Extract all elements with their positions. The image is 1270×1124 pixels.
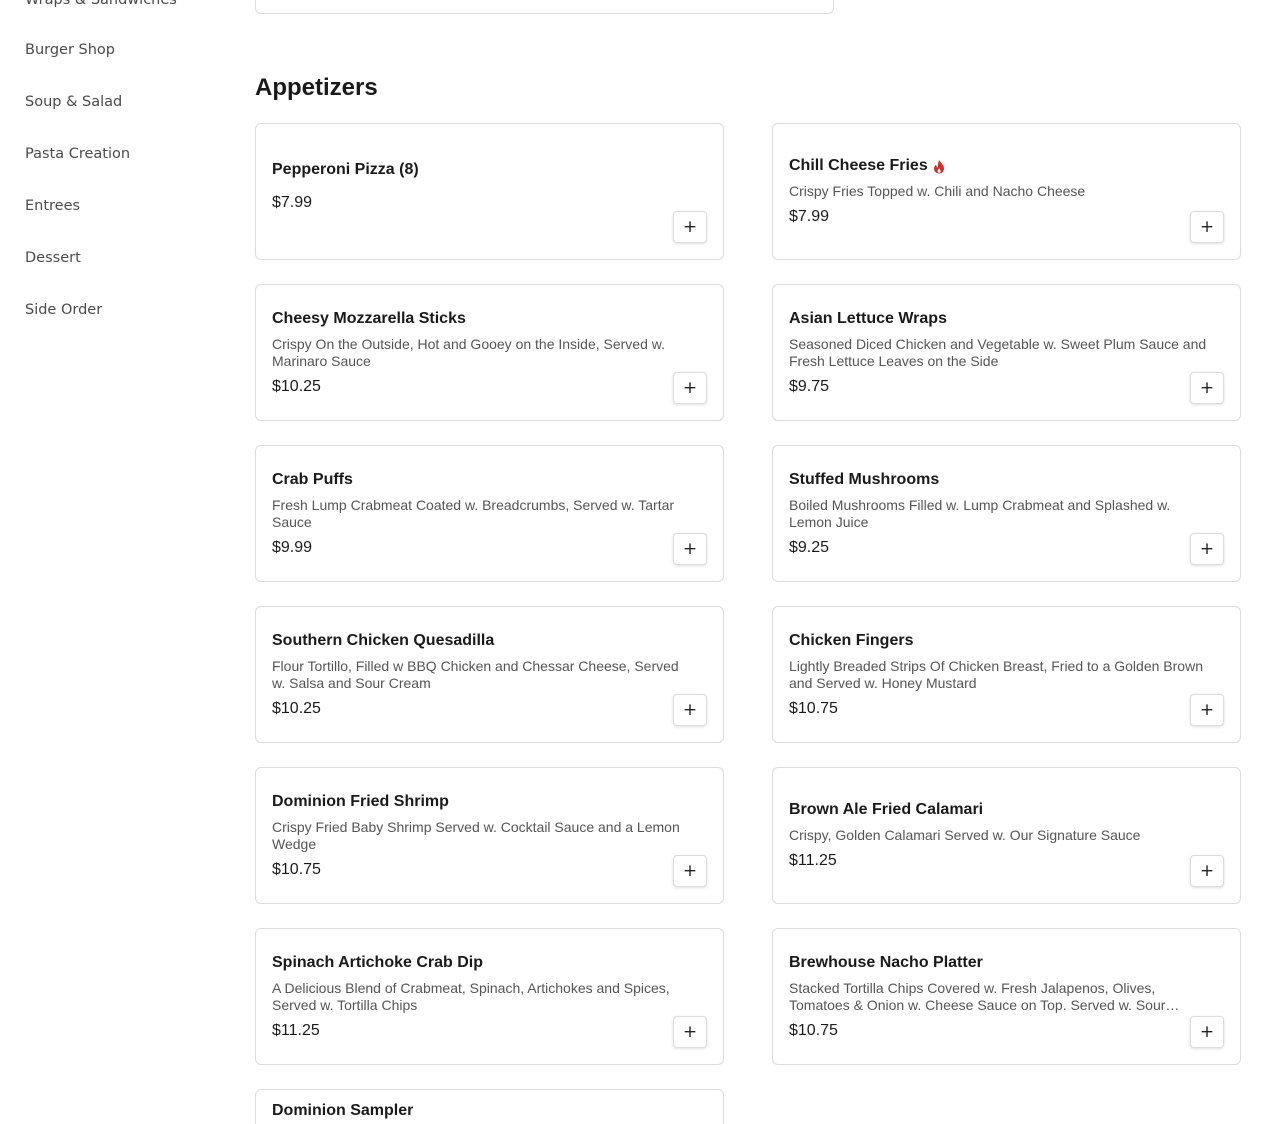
menu-item-card[interactable]: Dominion Fried Shrimp Crispy Fried Baby S… — [255, 767, 724, 904]
item-description: A Delicious Blend of Crabmeat, Spinach, … — [272, 979, 670, 1013]
sidebar-item-wraps-sandwiches[interactable]: Wraps & Sandwiches — [25, 0, 177, 8]
previous-section-card[interactable] — [255, 0, 834, 14]
add-to-cart-button[interactable]: + — [673, 211, 707, 243]
item-name: Brewhouse Nacho Platter — [789, 952, 1224, 974]
item-description: Crispy Fries Topped w. Chili and Nacho C… — [789, 183, 1086, 199]
item-name: Crab Puffs — [272, 469, 707, 491]
item-name: Pepperoni Pizza (8) — [272, 159, 707, 181]
add-to-cart-button[interactable]: + — [1190, 372, 1224, 404]
item-name: Chicken Fingers — [789, 630, 1224, 652]
sidebar-item-burger-shop[interactable]: Burger Shop — [25, 42, 115, 58]
item-name-text: Asian Lettuce Wraps — [789, 309, 947, 327]
plus-icon: + — [1199, 538, 1215, 559]
category-sidebar: Wraps & Sandwiches Burger Shop Soup & Sa… — [0, 0, 230, 1124]
add-to-cart-button[interactable]: + — [1190, 1016, 1224, 1048]
plus-icon: + — [1199, 699, 1215, 720]
menu-items-grid: Pepperoni Pizza (8) $7.99 + Chill Cheese Fr… — [255, 123, 1241, 1124]
item-price: $10.75 — [272, 860, 321, 878]
add-to-cart-button[interactable]: + — [673, 1016, 707, 1048]
item-name-text: Southern Chicken Quesadilla — [272, 631, 495, 649]
item-price: $7.99 — [789, 208, 830, 225]
add-to-cart-button[interactable]: + — [1190, 694, 1224, 726]
menu-item-card[interactable]: Asian Lettuce Wraps Seasoned Diced Chicke… — [772, 284, 1241, 421]
menu-item-card[interactable]: Crab Puffs Fresh Lump Crabmeat Coated w. … — [255, 445, 724, 582]
add-to-cart-button[interactable]: + — [1190, 211, 1224, 243]
item-name: Cheesy Mozzarella Sticks — [272, 308, 707, 330]
plus-icon: + — [1199, 860, 1215, 881]
plus-icon: + — [1199, 1021, 1215, 1042]
menu-item-card[interactable]: Stuffed Mushrooms Boiled Mushrooms Filled… — [772, 445, 1241, 582]
item-description: Crispy, Golden Calamari Served w. Our Si… — [789, 827, 1141, 843]
item-price: $10.75 — [789, 699, 838, 717]
menu-item-card[interactable]: Pepperoni Pizza (8) $7.99 + — [255, 123, 724, 260]
item-price: $10.25 — [272, 377, 321, 395]
item-name-text: Stuffed Mushrooms — [789, 470, 940, 488]
item-description: Flour Tortillo, Filled w BBQ Chicken and… — [272, 657, 679, 691]
item-price: $9.99 — [272, 538, 313, 556]
plus-icon: + — [1199, 377, 1215, 398]
item-description: Boiled Mushrooms Filled w. Lump Crabmeat… — [789, 496, 1171, 530]
item-description: Seasoned Diced Chicken and Vegetable w. … — [789, 335, 1207, 369]
item-name: Brown Ale Fried Calamari — [789, 799, 1224, 821]
item-price: $11.25 — [789, 852, 837, 869]
section-title: Appetizers — [255, 74, 378, 101]
menu-item-card[interactable]: Brewhouse Nacho Platter Stacked Tortilla … — [772, 928, 1241, 1065]
sidebar-item-side-order[interactable]: Side Order — [25, 302, 102, 318]
item-description: Crispy Fried Baby Shrimp Served w. Cockt… — [272, 818, 680, 852]
item-name-text: Spinach Artichoke Crab Dip — [272, 953, 483, 971]
item-name: Chill Cheese Fries — [789, 155, 1224, 177]
item-name-text: Dominion Sampler — [272, 1102, 414, 1119]
spicy-flame-icon — [933, 159, 944, 173]
menu-item-card[interactable]: Chill Cheese Fries Crispy Fries Topped w.… — [772, 123, 1241, 260]
item-price: $11.25 — [272, 1021, 320, 1039]
sidebar-item-dessert[interactable]: Dessert — [25, 250, 81, 266]
item-description: Crispy On the Outside, Hot and Gooey on … — [272, 335, 665, 369]
menu-item-card[interactable]: Brown Ale Fried Calamari Crispy, Golden C… — [772, 767, 1241, 904]
add-to-cart-button[interactable]: + — [1190, 533, 1224, 565]
sidebar-item-entrees[interactable]: Entrees — [25, 198, 80, 214]
item-price: $9.25 — [789, 538, 830, 556]
item-name: Dominion Fried Shrimp — [272, 791, 707, 813]
item-name: Southern Chicken Quesadilla — [272, 630, 707, 652]
add-to-cart-button[interactable]: + — [673, 855, 707, 887]
add-to-cart-button[interactable]: + — [673, 694, 707, 726]
item-name: Stuffed Mushrooms — [789, 469, 1224, 491]
plus-icon: + — [682, 860, 698, 881]
plus-icon: + — [682, 699, 698, 720]
item-name-text: Chill Cheese Fries — [789, 157, 928, 174]
menu-item-card[interactable]: Southern Chicken Quesadilla Flour Tortill… — [255, 606, 724, 743]
plus-icon: + — [682, 216, 698, 237]
item-name-text: Crab Puffs — [272, 470, 353, 488]
item-name: Asian Lettuce Wraps — [789, 308, 1224, 330]
sidebar-item-pasta-creation[interactable]: Pasta Creation — [25, 146, 130, 162]
add-to-cart-button[interactable]: + — [673, 533, 707, 565]
item-name-text: Cheesy Mozzarella Sticks — [272, 309, 466, 327]
menu-item-card[interactable]: Dominion Sampler — [255, 1089, 724, 1124]
plus-icon: + — [682, 377, 698, 398]
item-price: $10.25 — [272, 699, 321, 717]
item-description: Stacked Tortilla Chips Covered w. Fresh … — [789, 979, 1166, 1013]
plus-icon: + — [1199, 216, 1215, 237]
item-description: Fresh Lump Crabmeat Coated w. Breadcrumb… — [272, 496, 675, 530]
item-price: $9.75 — [789, 377, 830, 395]
item-name-text: Chicken Fingers — [789, 631, 914, 649]
item-name: Spinach Artichoke Crab Dip — [272, 952, 707, 974]
add-to-cart-button[interactable]: + — [1190, 855, 1224, 887]
item-name-text: Pepperoni Pizza (8) — [272, 161, 419, 178]
item-price: $7.99 — [272, 194, 313, 211]
item-name-text: Brown Ale Fried Calamari — [789, 801, 984, 818]
menu-item-card[interactable]: Chicken Fingers Lightly Breaded Strips Of… — [772, 606, 1241, 743]
item-name: Dominion Sampler — [272, 1100, 707, 1122]
item-price: $10.75 — [789, 1021, 838, 1039]
menu-item-card[interactable]: Cheesy Mozzarella Sticks Crispy On the Ou… — [255, 284, 724, 421]
plus-icon: + — [682, 538, 698, 559]
plus-icon: + — [682, 1021, 698, 1042]
sidebar-item-soup-salad[interactable]: Soup & Salad — [25, 94, 122, 110]
item-name-text: Brewhouse Nacho Platter — [789, 953, 983, 971]
item-description: Lightly Breaded Strips Of Chicken Breast… — [789, 657, 1203, 691]
item-name-text: Dominion Fried Shrimp — [272, 792, 449, 810]
menu-item-card[interactable]: Spinach Artichoke Crab Dip A Delicious Bl… — [255, 928, 724, 1065]
add-to-cart-button[interactable]: + — [673, 372, 707, 404]
